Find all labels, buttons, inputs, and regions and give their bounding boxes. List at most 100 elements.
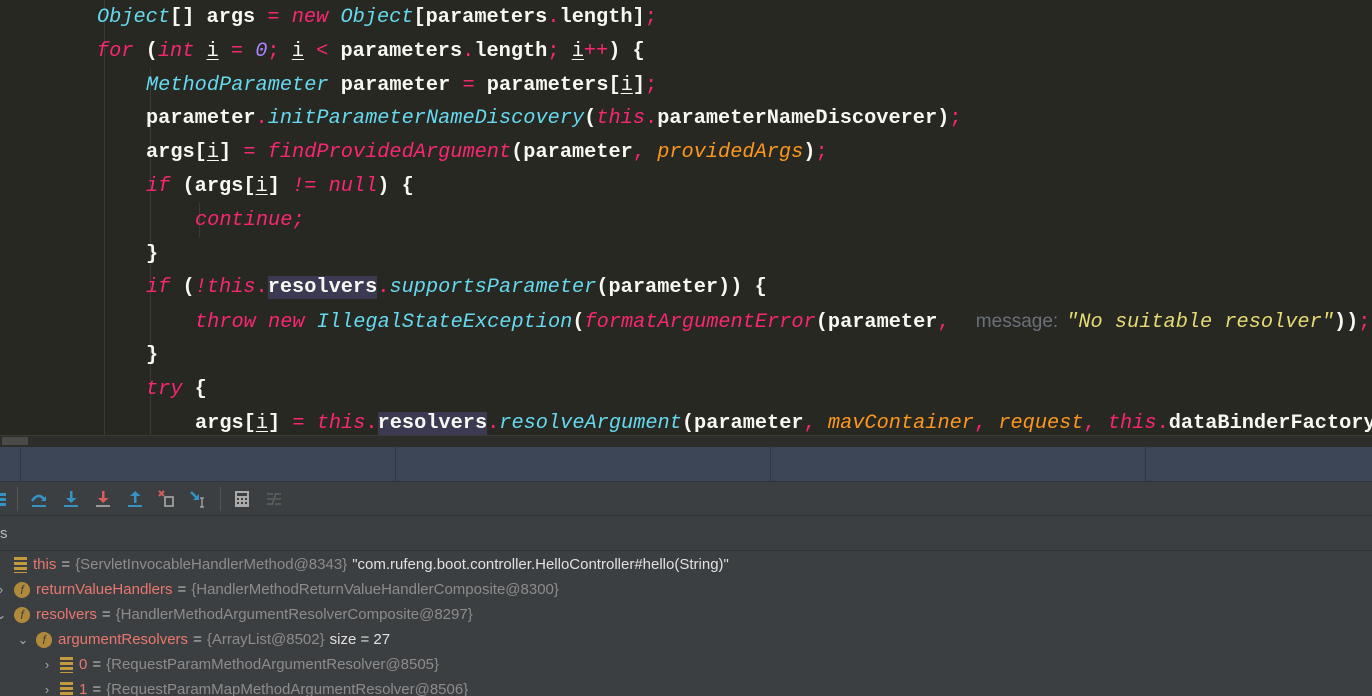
code-token: supportsParameter xyxy=(389,276,597,300)
equals-sign: = xyxy=(61,556,71,573)
chevron-down-icon[interactable]: ⌄ xyxy=(0,602,8,627)
chevron-right-icon[interactable]: › xyxy=(0,577,8,602)
variable-value: {RequestParamMethodArgumentResolver@8505… xyxy=(106,656,440,673)
code-token: this xyxy=(316,411,366,435)
code-token: resolveArgument xyxy=(499,411,682,435)
code-token: continue; xyxy=(195,208,305,232)
code-token: parameters[ xyxy=(474,73,621,97)
variable-row[interactable]: › f returnValueHandlers={HandlerMethodRetu… xyxy=(0,577,559,602)
code-line[interactable]: args[i] = findProvidedArgument(parameter… xyxy=(146,136,828,170)
field-icon: f xyxy=(14,606,30,623)
variable-value: {HandlerMethodArgumentResolverComposite@… xyxy=(115,606,473,623)
code-token: dataBinderFactory) xyxy=(1168,411,1372,435)
variable-extra: size = 27 xyxy=(329,631,391,648)
code-token: ( xyxy=(584,107,597,131)
trace-current-stream-icon xyxy=(258,484,290,514)
list-icon[interactable] xyxy=(0,484,12,514)
code-token: , xyxy=(973,411,999,435)
code-editor[interactable]: Object[] args = new Object[parameters.le… xyxy=(0,0,1372,435)
code-line[interactable]: if (!this.resolvers.supportsParameter(pa… xyxy=(146,271,767,305)
code-token: args[ xyxy=(146,141,207,165)
code-token: MethodParameter xyxy=(146,73,329,97)
code-token: = xyxy=(267,6,280,29)
code-token: i xyxy=(255,411,269,435)
variables-title: s xyxy=(0,525,8,542)
code-line[interactable]: args[i] = this.resolvers.resolveArgument… xyxy=(195,407,1372,435)
code-token: < xyxy=(303,39,341,63)
scrollbar-thumb[interactable] xyxy=(2,437,28,445)
variable-value: {ArrayList@8502} xyxy=(206,631,325,648)
debug-toolbar xyxy=(0,482,1372,516)
code-line[interactable]: try { xyxy=(146,373,207,407)
code-token: mavContainer xyxy=(827,411,974,435)
chevron-right-icon[interactable]: › xyxy=(40,677,54,696)
code-line[interactable]: } xyxy=(146,339,158,373)
code-token: = xyxy=(243,141,268,165)
toolbar-separator xyxy=(17,486,18,511)
code-token: . xyxy=(255,107,268,131)
code-token: length] xyxy=(559,6,645,29)
code-token: } xyxy=(146,242,159,266)
code-token: parameter xyxy=(146,107,256,131)
code-token: . xyxy=(365,411,378,435)
tab-divider xyxy=(395,447,396,481)
chevron-right-icon[interactable]: › xyxy=(40,652,54,677)
code-token: formatArgumentError xyxy=(584,311,816,335)
step-out-icon[interactable] xyxy=(119,484,151,514)
code-token: ) { xyxy=(377,175,414,198)
drop-frame-icon[interactable] xyxy=(151,484,183,514)
code-token: [parameters xyxy=(413,6,548,29)
run-to-cursor-icon[interactable] xyxy=(183,484,215,514)
step-over-icon[interactable] xyxy=(23,484,55,514)
variable-row[interactable]: › 1 = {RequestParamMapMethodArgumentResolve… xyxy=(40,677,468,696)
code-token: if xyxy=(146,175,171,198)
code-line[interactable]: parameter.initParameterNameDiscovery(thi… xyxy=(146,102,961,136)
variable-row[interactable]: ⌄ f resolvers = {HandlerMethodArgumentResolv… xyxy=(0,602,473,627)
variable-name: resolvers xyxy=(36,606,97,623)
code-token: (parameter xyxy=(681,411,804,435)
code-line[interactable]: for (int i = 0; i < parameters.length; i… xyxy=(97,35,645,69)
horizontal-scrollbar[interactable] xyxy=(0,435,1372,447)
force-step-into-icon[interactable] xyxy=(87,484,119,514)
code-token: } xyxy=(146,344,159,367)
parameter-hint: message: xyxy=(975,311,1059,333)
code-token: (args[ xyxy=(170,175,256,198)
variable-row[interactable]: ⌄ f argumentResolvers = {ArrayList@8502} size… xyxy=(16,627,391,652)
variable-extra: "com.rufeng.boot.controller.HelloControl… xyxy=(352,556,729,573)
chevron-down-icon[interactable]: ⌄ xyxy=(16,627,30,652)
code-token: i xyxy=(206,141,220,165)
code-line[interactable]: if (args[i] != null) { xyxy=(146,170,414,204)
equals-sign: = xyxy=(177,581,187,598)
code-token: ) xyxy=(803,141,816,165)
code-token: Object xyxy=(97,6,171,29)
code-token: != null xyxy=(292,175,378,198)
code-line[interactable]: } xyxy=(146,238,158,272)
code-token: 0 xyxy=(255,39,268,63)
variable-row[interactable]: › 0 = {RequestParamMethodArgumentResolver@8… xyxy=(40,652,439,677)
step-into-icon[interactable] xyxy=(55,484,87,514)
code-token: int xyxy=(157,39,207,63)
code-line[interactable]: continue; xyxy=(195,204,305,238)
code-token: Object xyxy=(340,6,414,29)
code-token: try xyxy=(146,377,183,401)
code-line[interactable]: MethodParameter parameter = parameters[i… xyxy=(146,69,657,103)
code-token: . xyxy=(645,107,658,131)
variable-row[interactable]: this = {ServletInvocableHandlerMethod@8343… xyxy=(0,552,729,577)
equals-sign: = xyxy=(193,631,202,648)
code-token: ] xyxy=(219,141,244,165)
variable-value: {HandlerMethodReturnValueHandlerComposit… xyxy=(191,581,559,598)
code-token: = xyxy=(462,73,475,97)
code-token: "No suitable resolver" xyxy=(1066,311,1334,335)
code-token: for xyxy=(97,39,134,63)
code-token: i xyxy=(620,73,633,97)
variables-tree[interactable]: this = {ServletInvocableHandlerMethod@8343… xyxy=(0,551,1372,696)
code-token: throw new xyxy=(195,311,317,335)
code-line[interactable]: Object[] args = new Object[parameters.le… xyxy=(97,1,657,35)
variable-name: returnValueHandlers xyxy=(36,581,173,598)
code-token: !this xyxy=(194,276,256,300)
code-token: )) xyxy=(1333,311,1359,335)
evaluate-expression-icon[interactable] xyxy=(226,484,258,514)
code-token: ; xyxy=(547,39,572,63)
code-token: ) { xyxy=(608,39,645,63)
code-line[interactable]: throw new IllegalStateException(formatAr… xyxy=(195,305,1370,339)
